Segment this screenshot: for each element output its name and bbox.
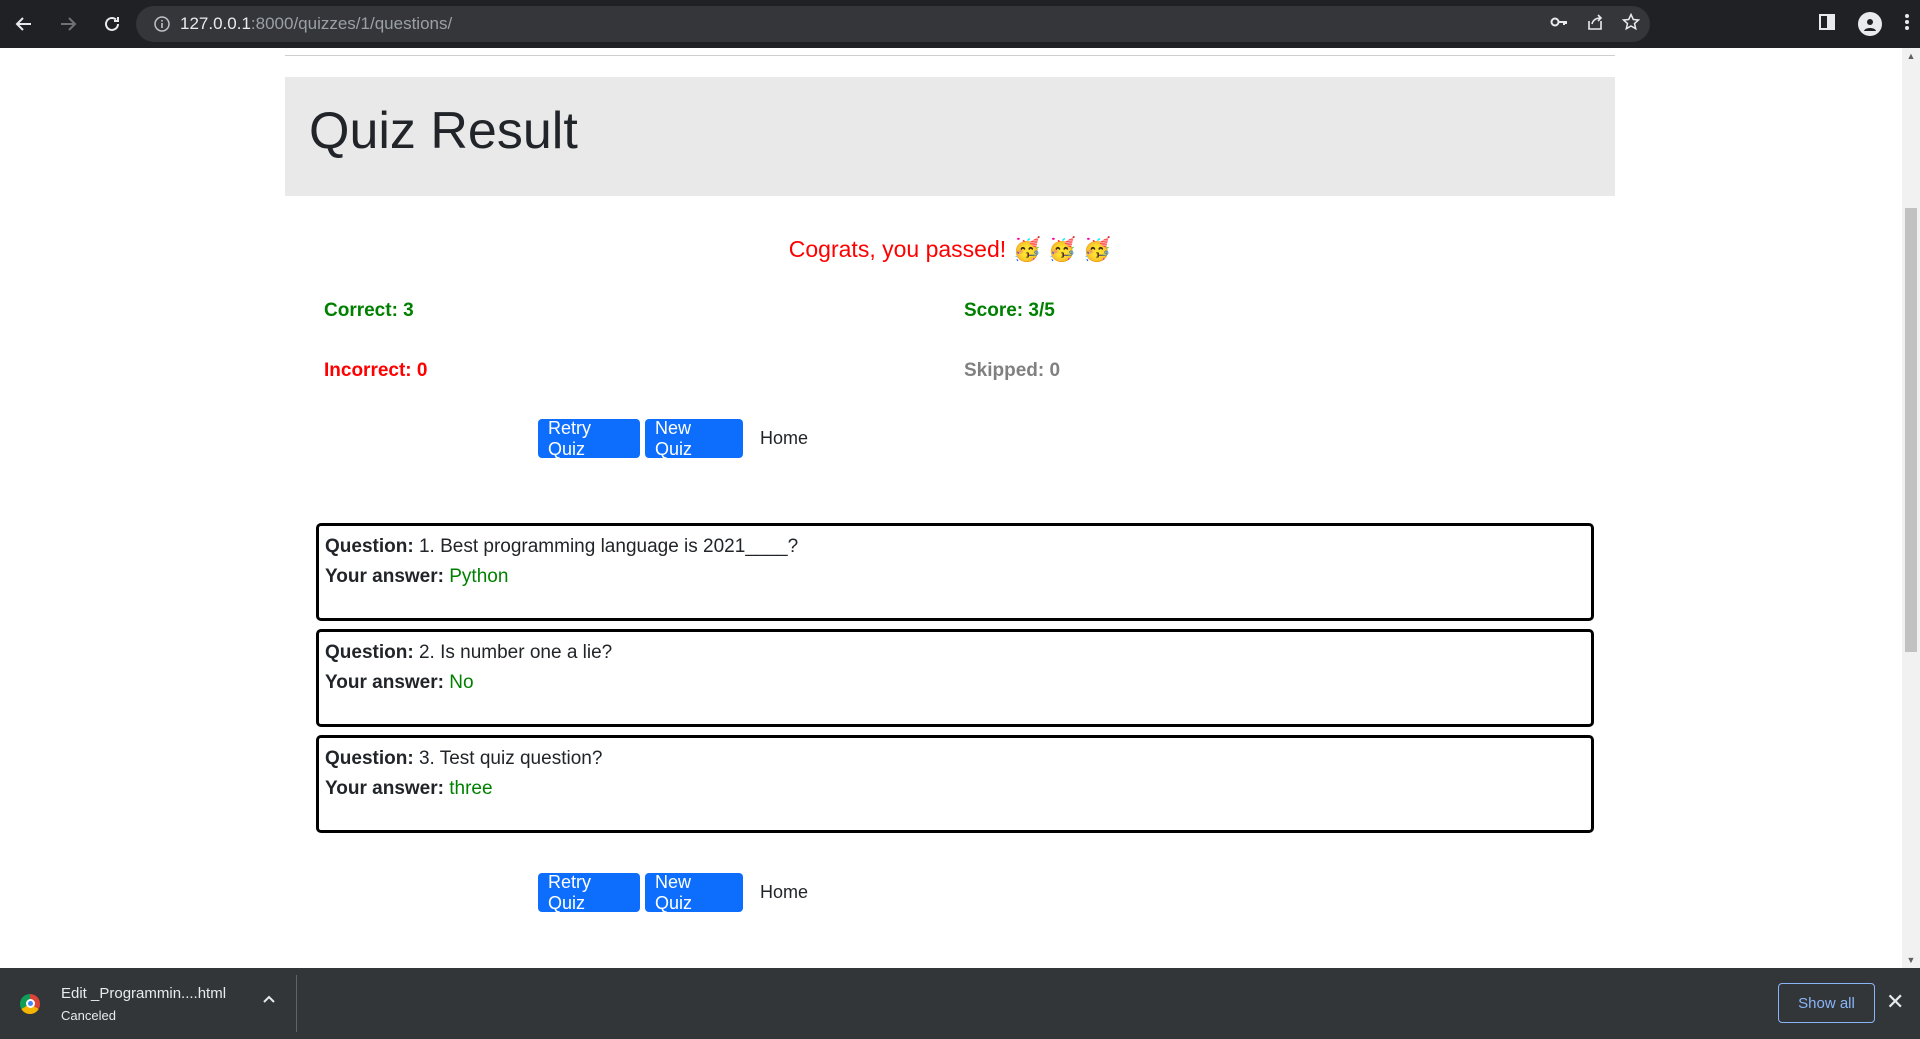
answer-label: Your answer: <box>325 778 444 799</box>
more-options-icon[interactable] <box>1904 13 1910 36</box>
close-icon[interactable]: ✕ <box>1886 989 1904 1015</box>
side-panel-icon[interactable] <box>1818 13 1836 36</box>
correct-count: Correct: 3 <box>324 300 414 321</box>
url-host: 127.0.0.1 <box>180 14 251 33</box>
scroll-down-icon[interactable]: ▼ <box>1902 952 1920 968</box>
download-status: Canceled <box>61 1007 116 1023</box>
reload-button[interactable] <box>92 4 132 44</box>
scrollbar-thumb[interactable] <box>1905 208 1917 652</box>
action-buttons-top: Retry Quiz New Quiz Home <box>538 418 808 459</box>
answer-text: Python <box>449 566 509 587</box>
answer-text: No <box>449 672 474 693</box>
score: Score: 3/5 <box>964 300 1055 321</box>
download-item[interactable]: Edit _Programmin....html Canceled <box>20 968 226 1039</box>
forward-button[interactable] <box>48 4 88 44</box>
action-buttons-bottom: Retry Quiz New Quiz Home <box>538 872 808 913</box>
reload-icon <box>105 16 119 31</box>
retry-quiz-button[interactable]: Retry Quiz <box>538 418 640 459</box>
page-title: Quiz Result <box>309 102 578 160</box>
scroll-up-icon[interactable]: ▲ <box>1902 48 1920 64</box>
question-card: Question: 3. Test quiz question? Your an… <box>316 735 1594 833</box>
question-text: 3. Test quiz question? <box>418 748 603 769</box>
question-card: Question: 2. Is number one a lie? Your a… <box>316 629 1594 727</box>
answer-label: Your answer: <box>325 566 444 587</box>
arrow-right-icon <box>61 17 77 31</box>
page-viewport: Quiz Result Cograts, you passed! 🥳 🥳 🥳 C… <box>0 48 1902 968</box>
browser-toolbar: 127.0.0.1:8000/quizzes/1/questions/ <box>0 0 1920 48</box>
question-label: Question: <box>325 536 414 557</box>
key-icon[interactable] <box>1550 13 1568 36</box>
arrow-left-icon <box>15 17 31 31</box>
home-link[interactable]: Home <box>760 882 808 903</box>
pass-message: Cograts, you passed! 🥳 🥳 🥳 <box>788 236 1112 262</box>
back-button[interactable] <box>4 4 44 44</box>
chevron-up-icon[interactable] <box>262 992 276 1011</box>
skipped-count: Skipped: 0 <box>964 360 1061 381</box>
chrome-file-icon <box>20 993 40 1014</box>
question-text: 1. Best programming language is 2021____… <box>418 536 799 557</box>
question-label: Question: <box>325 642 414 663</box>
vertical-scrollbar[interactable]: ▲ ▼ <box>1902 48 1920 968</box>
download-file-name: Edit _Programmin....html <box>61 984 227 1002</box>
question-text: 2. Is number one a lie? <box>418 642 613 663</box>
header-banner: Quiz Result <box>285 77 1615 196</box>
answer-text: three <box>449 778 493 799</box>
address-bar[interactable]: 127.0.0.1:8000/quizzes/1/questions/ <box>136 6 1650 42</box>
home-link[interactable]: Home <box>760 428 808 449</box>
new-quiz-button[interactable]: New Quiz <box>645 418 743 459</box>
url-path: :8000/quizzes/1/questions/ <box>250 14 453 33</box>
star-icon[interactable] <box>1621 12 1641 36</box>
question-card: Question: 1. Best programming language i… <box>316 523 1594 621</box>
download-bar: Edit _Programmin....html Canceled Show a… <box>0 968 1920 1039</box>
divider <box>285 55 1615 56</box>
info-icon[interactable] <box>144 16 180 32</box>
show-all-button[interactable]: Show all <box>1778 983 1875 1023</box>
new-quiz-button[interactable]: New Quiz <box>645 872 743 913</box>
question-label: Question: <box>325 748 414 769</box>
answer-label: Your answer: <box>325 672 444 693</box>
divider <box>296 975 297 1032</box>
retry-quiz-button[interactable]: Retry Quiz <box>538 872 640 913</box>
incorrect-count: Incorrect: 0 <box>324 360 428 381</box>
share-icon[interactable] <box>1586 13 1604 36</box>
profile-avatar-icon[interactable] <box>1858 12 1882 36</box>
